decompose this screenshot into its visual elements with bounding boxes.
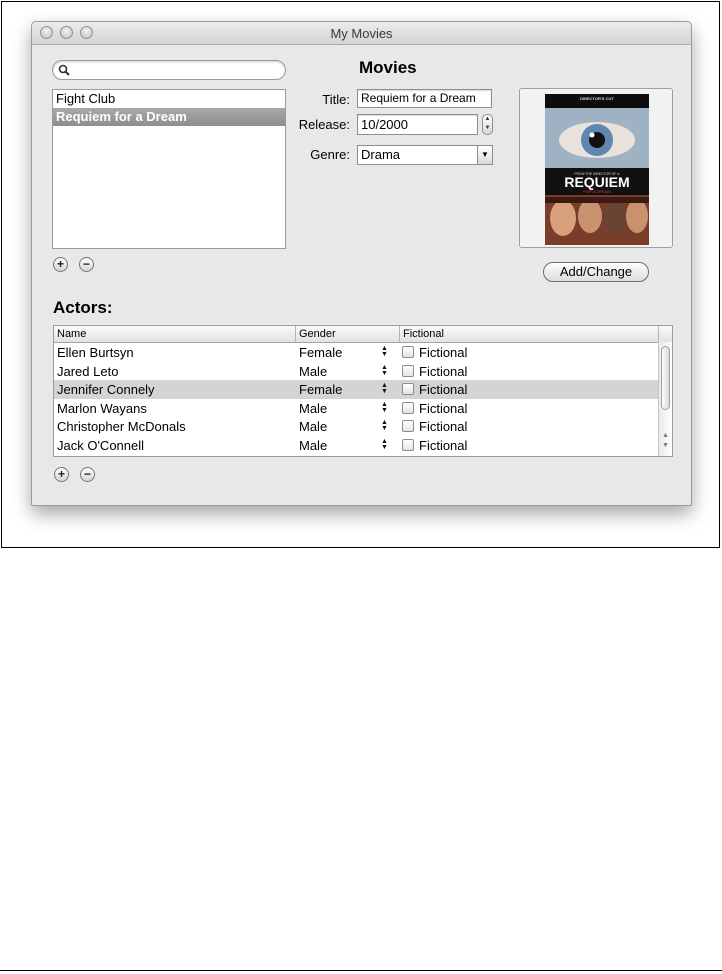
- add-movie-button[interactable]: +: [53, 257, 68, 272]
- actor-gender[interactable]: Female: [299, 343, 342, 362]
- scroll-up-arrow-icon[interactable]: ▲: [662, 432, 669, 439]
- actor-name: Marlon Wayans: [57, 400, 147, 416]
- search-field[interactable]: [52, 60, 286, 80]
- up-down-arrows-icon[interactable]: ▲ ▼: [381, 345, 388, 358]
- fictional-checkbox[interactable]: [402, 383, 414, 395]
- title-bar[interactable]: My Movies: [32, 22, 691, 45]
- actor-name: Christopher McDonals: [57, 419, 186, 434]
- title-label: Title:: [322, 92, 350, 107]
- column-header-name[interactable]: Name: [54, 326, 296, 342]
- movie-poster-image: DIRECTOR'S CUT FROM THE DIRECTOR OF π RE…: [545, 94, 649, 245]
- table-row[interactable]: Jack O'Connell Male ▲ ▼ Fictional: [54, 436, 659, 455]
- poster-image-well[interactable]: DIRECTOR'S CUT FROM THE DIRECTOR OF π RE…: [519, 88, 673, 248]
- vertical-scrollbar[interactable]: ▲ ▼: [658, 342, 672, 456]
- actor-gender[interactable]: Female: [299, 380, 342, 399]
- poster-subtitle-text: FOR A DREAM: [583, 189, 610, 194]
- search-icon: [58, 64, 70, 76]
- actor-gender[interactable]: Male: [299, 399, 327, 418]
- movie-list-item-selected[interactable]: Requiem for a Dream: [53, 108, 285, 126]
- table-row[interactable]: Jared Leto Male ▲ ▼ Fictional: [54, 362, 659, 381]
- actor-name: Jared Leto: [57, 363, 119, 379]
- scroll-down-arrow-icon[interactable]: ▼: [662, 442, 669, 449]
- actor-gender[interactable]: Male: [299, 436, 327, 455]
- actors-table[interactable]: Name Gender Fictional Ellen Burtsyn Fema…: [53, 325, 673, 457]
- column-header-gender[interactable]: Gender: [296, 326, 400, 342]
- my-movies-window: My Movies Fight Club Requiem for a Dream…: [31, 21, 692, 506]
- table-row[interactable]: Ellen Burtsyn Female ▲ ▼ Fictional: [54, 343, 659, 362]
- fictional-checkbox[interactable]: [402, 364, 414, 377]
- genre-popup-value: Drama: [361, 147, 401, 162]
- fictional-label: Fictional: [419, 437, 468, 453]
- movie-list[interactable]: Fight Club Requiem for a Dream: [52, 89, 286, 249]
- add-change-button[interactable]: Add/Change: [543, 262, 649, 282]
- up-down-arrows-icon[interactable]: ▲ ▼: [381, 419, 388, 432]
- actor-gender[interactable]: Male: [299, 417, 327, 436]
- actor-name: Jack O'Connell: [57, 437, 145, 453]
- table-row[interactable]: Christopher McDonals Male ▲ ▼ Fictional: [54, 417, 659, 436]
- fictional-label: Fictional: [419, 400, 468, 416]
- fictional-checkbox[interactable]: [402, 401, 414, 414]
- release-label: Release:: [298, 117, 350, 132]
- add-actor-button[interactable]: +: [54, 467, 69, 482]
- triangle-down-icon: ▼: [477, 146, 492, 164]
- actors-heading: Actors:: [53, 298, 113, 317]
- fictional-label: Fictional: [419, 363, 468, 379]
- movies-heading: Movies: [359, 58, 417, 77]
- up-down-arrows-icon[interactable]: ▲ ▼: [381, 364, 388, 377]
- fictional-label: Fictional: [419, 382, 468, 397]
- fictional-label: Fictional: [419, 345, 468, 360]
- actor-name: Jennifer Connely: [57, 382, 155, 397]
- remove-movie-button[interactable]: −: [79, 257, 94, 272]
- up-down-arrows-icon[interactable]: ▲ ▼: [381, 401, 388, 414]
- actor-gender[interactable]: Male: [299, 362, 327, 381]
- release-date-stepper[interactable]: ▲ ▼: [482, 114, 493, 135]
- actors-table-header: Name Gender Fictional: [54, 326, 672, 343]
- up-down-arrows-icon[interactable]: ▲ ▼: [381, 438, 388, 451]
- title-field[interactable]: Requiem for a Dream: [357, 89, 492, 108]
- actor-name: Ellen Burtsyn: [57, 345, 134, 360]
- scrollbar-thumb[interactable]: [661, 346, 670, 410]
- poster-title-text: REQUIEM: [564, 174, 629, 190]
- column-header-fictional[interactable]: Fictional: [400, 326, 659, 342]
- fictional-label: Fictional: [419, 419, 468, 434]
- page-bottom-rule: [0, 970, 722, 971]
- fictional-checkbox[interactable]: [402, 438, 414, 451]
- remove-actor-button[interactable]: −: [80, 467, 95, 482]
- table-row[interactable]: Marlon Wayans Male ▲ ▼ Fictional: [54, 399, 659, 418]
- movie-list-item[interactable]: Fight Club: [53, 90, 285, 108]
- release-date-field[interactable]: 10/2000: [357, 114, 478, 135]
- genre-popup[interactable]: Drama ▼: [357, 145, 493, 165]
- table-row-selected[interactable]: Jennifer Connely Female ▲ ▼ Fictional: [54, 380, 659, 399]
- window-title: My Movies: [330, 26, 393, 41]
- up-down-arrows-icon[interactable]: ▲ ▼: [381, 382, 388, 395]
- poster-top-text: DIRECTOR'S CUT: [580, 96, 614, 101]
- fictional-checkbox[interactable]: [402, 346, 414, 358]
- fictional-checkbox[interactable]: [402, 420, 414, 432]
- genre-label: Genre:: [310, 147, 350, 162]
